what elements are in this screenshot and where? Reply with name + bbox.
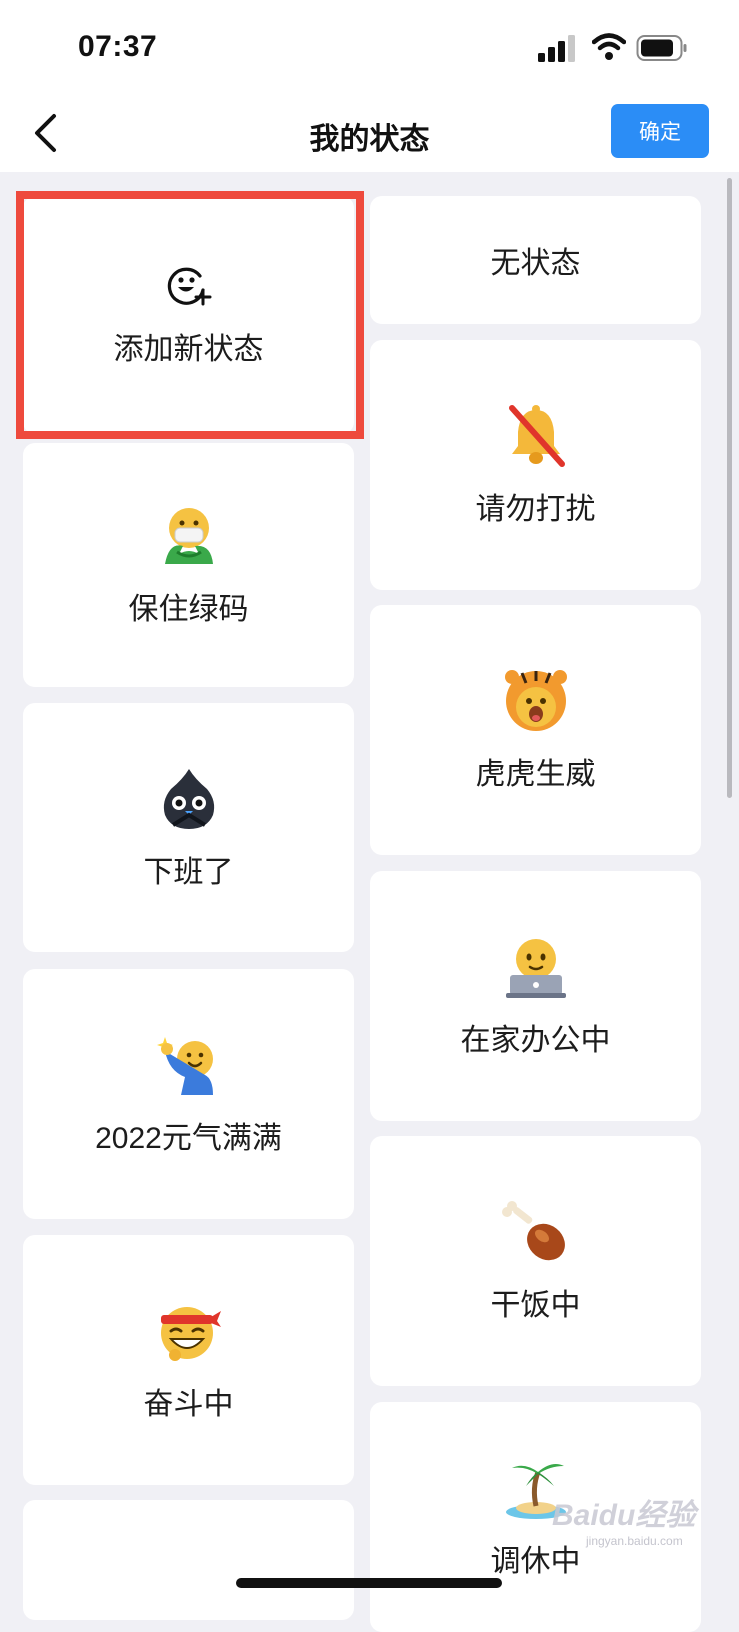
status-label: 下班了 bbox=[143, 855, 234, 889]
drumstick-icon bbox=[501, 1201, 565, 1261]
status-card-do-not-disturb[interactable]: 请勿打扰 bbox=[370, 340, 701, 590]
wifi-icon bbox=[592, 33, 626, 60]
battery-icon bbox=[636, 35, 687, 61]
status-label: 请勿打扰 bbox=[475, 493, 596, 526]
scrollbar[interactable] bbox=[727, 178, 732, 798]
confirm-button[interactable]: 确定 bbox=[611, 104, 709, 158]
add-emoji-icon bbox=[167, 267, 211, 306]
mask-face-green-code-icon bbox=[164, 508, 213, 564]
status-label: 2022元气满满 bbox=[95, 1122, 282, 1155]
status-card-none[interactable]: 无状态 bbox=[370, 196, 701, 324]
status-card-energetic-2022[interactable]: 2022元气满满 bbox=[23, 969, 354, 1219]
status-label: 奋斗中 bbox=[143, 1388, 234, 1421]
status-time: 07:37 bbox=[78, 30, 158, 63]
status-grid: 添加新状态 保住绿码 下班了 2022元气满满 奋斗中 无状态 请勿打扰 虎虎生… bbox=[0, 172, 739, 1632]
laptop-face-icon bbox=[505, 939, 566, 998]
status-card-tiger[interactable]: 虎虎生威 bbox=[370, 605, 701, 855]
status-bar: 07:37 bbox=[0, 0, 739, 96]
headband-grin-icon bbox=[160, 1307, 221, 1361]
status-label: 虎虎生威 bbox=[475, 758, 596, 791]
status-card-add-new[interactable]: 添加新状态 bbox=[23, 196, 354, 434]
status-label: 保住绿码 bbox=[128, 593, 249, 626]
status-card-wfh[interactable]: 在家办公中 bbox=[370, 871, 701, 1121]
status-card-partial[interactable] bbox=[23, 1500, 354, 1620]
cellular-signal-icon bbox=[538, 35, 575, 62]
status-label: 无状态 bbox=[490, 247, 581, 280]
status-label: 添加新状态 bbox=[113, 333, 264, 366]
status-card-green-code[interactable]: 保住绿码 bbox=[23, 443, 354, 687]
watermark-brand: Baidu经验 bbox=[552, 1499, 696, 1532]
energetic-cheer-icon bbox=[156, 1037, 213, 1095]
status-label: 干饭中 bbox=[490, 1289, 581, 1322]
black-blob-bow-icon bbox=[163, 768, 214, 829]
status-card-off-work[interactable]: 下班了 bbox=[23, 703, 354, 952]
tiger-costume-icon bbox=[504, 670, 567, 731]
nav-bar: 我的状态 确定 bbox=[0, 96, 739, 172]
watermark-url: jingyan.baidu.com bbox=[586, 1534, 683, 1548]
status-card-striving[interactable]: 奋斗中 bbox=[23, 1235, 354, 1485]
muted-bell-icon bbox=[508, 405, 565, 467]
home-indicator[interactable] bbox=[236, 1578, 502, 1588]
status-label: 调休中 bbox=[490, 1545, 581, 1578]
status-label: 在家办公中 bbox=[460, 1024, 611, 1057]
status-card-eating[interactable]: 干饭中 bbox=[370, 1136, 701, 1386]
